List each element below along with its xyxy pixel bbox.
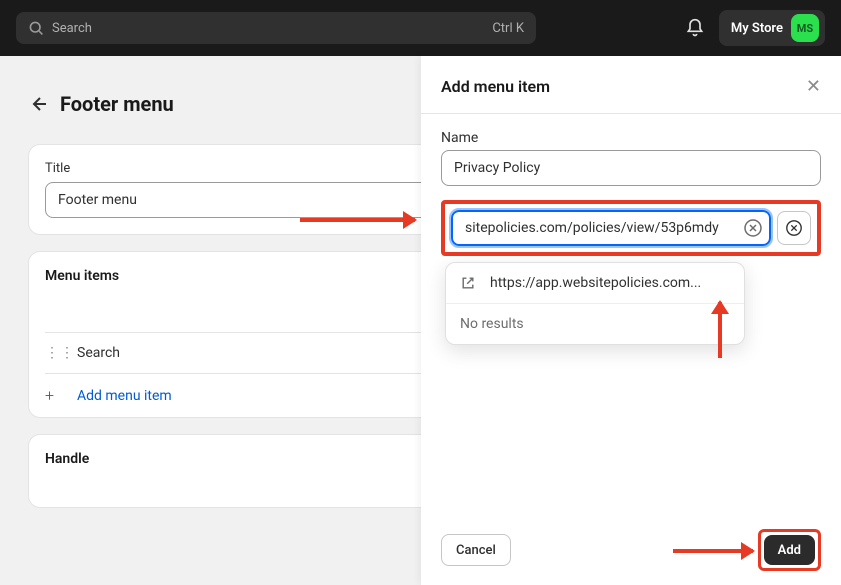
global-search[interactable]: Search Ctrl K	[16, 12, 536, 44]
store-name: My Store	[731, 21, 783, 36]
top-bar: Search Ctrl K My Store MS	[0, 0, 841, 56]
no-results-row: No results	[446, 303, 744, 344]
link-field-highlight	[441, 200, 821, 256]
avatar: MS	[791, 14, 819, 42]
close-icon[interactable]: ✕	[806, 76, 821, 97]
cancel-button[interactable]: Cancel	[441, 534, 511, 566]
search-placeholder: Search	[52, 21, 484, 36]
clear-input-icon[interactable]	[743, 218, 763, 238]
notifications-icon[interactable]	[685, 18, 705, 38]
no-results-text: No results	[460, 316, 524, 332]
panel-header: Add menu item ✕	[421, 56, 841, 114]
menu-item-label: Search	[77, 345, 120, 361]
add-menu-item-panel: Add menu item ✕ Name https://app.website…	[421, 56, 841, 585]
search-shortcut: Ctrl K	[492, 21, 524, 36]
clear-link-button[interactable]	[777, 211, 811, 245]
clear-icon	[785, 219, 803, 237]
page-title: Footer menu	[60, 92, 174, 116]
external-link-icon	[460, 275, 476, 291]
search-icon	[28, 20, 44, 36]
add-menu-item-label: Add menu item	[77, 388, 172, 404]
panel-footer: Cancel Add	[421, 515, 841, 585]
plus-icon: +	[45, 386, 57, 405]
add-button-highlight: Add	[758, 529, 821, 571]
drag-handle-icon[interactable]: ⋮⋮	[45, 345, 57, 361]
suggestion-text: https://app.websitepolicies.com...	[490, 275, 701, 291]
suggestion-item[interactable]: https://app.websitepolicies.com...	[446, 263, 744, 303]
link-suggestions-dropdown: https://app.websitepolicies.com... No re…	[445, 262, 745, 345]
panel-body: Name https://app.websitepolicies.com... …	[421, 114, 841, 515]
link-input-wrap	[451, 210, 771, 246]
link-input[interactable]	[451, 210, 771, 246]
name-input[interactable]	[441, 150, 821, 186]
panel-title: Add menu item	[441, 77, 806, 96]
top-bar-right: My Store MS	[685, 10, 825, 46]
back-arrow-icon[interactable]	[28, 94, 48, 114]
store-switcher[interactable]: My Store MS	[719, 10, 825, 46]
name-field-label: Name	[441, 130, 821, 146]
add-button[interactable]: Add	[764, 535, 815, 565]
